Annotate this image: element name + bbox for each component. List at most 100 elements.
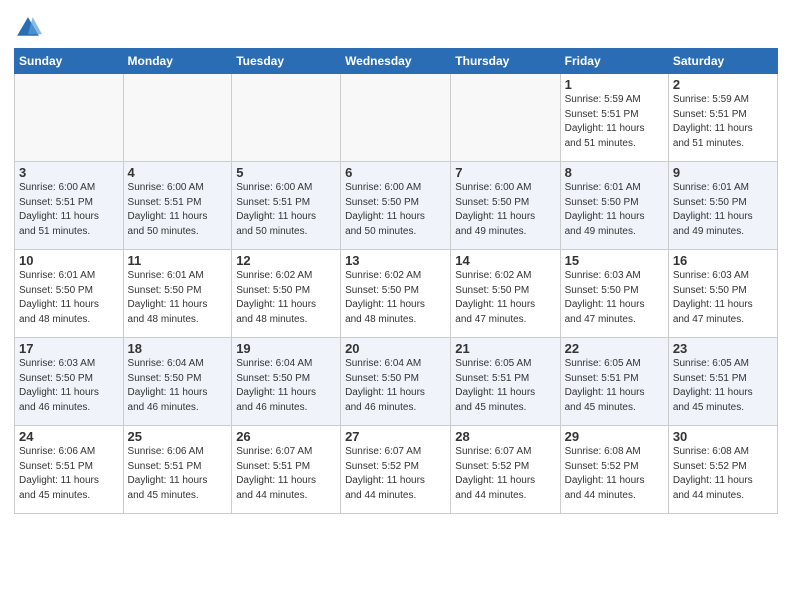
logo-icon (14, 14, 42, 42)
calendar-cell (232, 74, 341, 162)
calendar-cell: 13Sunrise: 6:02 AMSunset: 5:50 PMDayligh… (341, 250, 451, 338)
calendar-cell: 6Sunrise: 6:00 AMSunset: 5:50 PMDaylight… (341, 162, 451, 250)
calendar-cell: 27Sunrise: 6:07 AMSunset: 5:52 PMDayligh… (341, 426, 451, 514)
day-number: 12 (236, 253, 336, 268)
day-number: 6 (345, 165, 446, 180)
calendar-week-row: 3Sunrise: 6:00 AMSunset: 5:51 PMDaylight… (15, 162, 778, 250)
day-info: Sunrise: 6:06 AMSunset: 5:51 PMDaylight:… (128, 445, 228, 503)
calendar-cell: 26Sunrise: 6:07 AMSunset: 5:51 PMDayligh… (232, 426, 341, 514)
calendar-cell: 24Sunrise: 6:06 AMSunset: 5:51 PMDayligh… (15, 426, 124, 514)
day-number: 13 (345, 253, 446, 268)
calendar-cell: 11Sunrise: 6:01 AMSunset: 5:50 PMDayligh… (123, 250, 232, 338)
day-number: 21 (455, 341, 555, 356)
calendar-cell: 10Sunrise: 6:01 AMSunset: 5:50 PMDayligh… (15, 250, 124, 338)
day-number: 8 (565, 165, 664, 180)
calendar-table: SundayMondayTuesdayWednesdayThursdayFrid… (14, 48, 778, 514)
calendar-cell: 15Sunrise: 6:03 AMSunset: 5:50 PMDayligh… (560, 250, 668, 338)
day-number: 22 (565, 341, 664, 356)
day-info: Sunrise: 6:08 AMSunset: 5:52 PMDaylight:… (565, 445, 664, 503)
day-info: Sunrise: 6:03 AMSunset: 5:50 PMDaylight:… (565, 269, 664, 327)
day-info: Sunrise: 6:08 AMSunset: 5:52 PMDaylight:… (673, 445, 773, 503)
calendar-cell: 3Sunrise: 6:00 AMSunset: 5:51 PMDaylight… (15, 162, 124, 250)
day-info: Sunrise: 6:04 AMSunset: 5:50 PMDaylight:… (128, 357, 228, 415)
day-number: 2 (673, 77, 773, 92)
calendar-week-row: 17Sunrise: 6:03 AMSunset: 5:50 PMDayligh… (15, 338, 778, 426)
page: SundayMondayTuesdayWednesdayThursdayFrid… (0, 0, 792, 524)
day-info: Sunrise: 6:04 AMSunset: 5:50 PMDaylight:… (236, 357, 336, 415)
calendar-cell: 23Sunrise: 6:05 AMSunset: 5:51 PMDayligh… (668, 338, 777, 426)
day-number: 15 (565, 253, 664, 268)
day-info: Sunrise: 6:02 AMSunset: 5:50 PMDaylight:… (345, 269, 446, 327)
day-info: Sunrise: 6:05 AMSunset: 5:51 PMDaylight:… (565, 357, 664, 415)
day-info: Sunrise: 6:07 AMSunset: 5:52 PMDaylight:… (455, 445, 555, 503)
calendar-cell: 5Sunrise: 6:00 AMSunset: 5:51 PMDaylight… (232, 162, 341, 250)
weekday-header: Sunday (15, 49, 124, 74)
day-info: Sunrise: 6:05 AMSunset: 5:51 PMDaylight:… (673, 357, 773, 415)
header (14, 10, 778, 42)
calendar-header-row: SundayMondayTuesdayWednesdayThursdayFrid… (15, 49, 778, 74)
calendar-week-row: 10Sunrise: 6:01 AMSunset: 5:50 PMDayligh… (15, 250, 778, 338)
day-info: Sunrise: 6:00 AMSunset: 5:51 PMDaylight:… (19, 181, 119, 239)
day-info: Sunrise: 6:06 AMSunset: 5:51 PMDaylight:… (19, 445, 119, 503)
day-info: Sunrise: 5:59 AMSunset: 5:51 PMDaylight:… (565, 93, 664, 151)
day-number: 18 (128, 341, 228, 356)
weekday-header: Friday (560, 49, 668, 74)
calendar-cell: 28Sunrise: 6:07 AMSunset: 5:52 PMDayligh… (451, 426, 560, 514)
day-number: 7 (455, 165, 555, 180)
day-number: 5 (236, 165, 336, 180)
weekday-header: Saturday (668, 49, 777, 74)
calendar-cell: 25Sunrise: 6:06 AMSunset: 5:51 PMDayligh… (123, 426, 232, 514)
calendar-cell (123, 74, 232, 162)
logo (14, 14, 46, 42)
day-number: 9 (673, 165, 773, 180)
day-info: Sunrise: 6:02 AMSunset: 5:50 PMDaylight:… (236, 269, 336, 327)
day-number: 26 (236, 429, 336, 444)
calendar-cell: 29Sunrise: 6:08 AMSunset: 5:52 PMDayligh… (560, 426, 668, 514)
day-number: 20 (345, 341, 446, 356)
day-number: 3 (19, 165, 119, 180)
calendar-cell: 17Sunrise: 6:03 AMSunset: 5:50 PMDayligh… (15, 338, 124, 426)
calendar-cell: 16Sunrise: 6:03 AMSunset: 5:50 PMDayligh… (668, 250, 777, 338)
calendar-cell: 21Sunrise: 6:05 AMSunset: 5:51 PMDayligh… (451, 338, 560, 426)
day-info: Sunrise: 6:00 AMSunset: 5:51 PMDaylight:… (236, 181, 336, 239)
day-info: Sunrise: 6:00 AMSunset: 5:50 PMDaylight:… (455, 181, 555, 239)
day-info: Sunrise: 6:03 AMSunset: 5:50 PMDaylight:… (19, 357, 119, 415)
day-number: 16 (673, 253, 773, 268)
calendar-cell: 18Sunrise: 6:04 AMSunset: 5:50 PMDayligh… (123, 338, 232, 426)
day-info: Sunrise: 6:03 AMSunset: 5:50 PMDaylight:… (673, 269, 773, 327)
day-info: Sunrise: 6:02 AMSunset: 5:50 PMDaylight:… (455, 269, 555, 327)
day-info: Sunrise: 6:04 AMSunset: 5:50 PMDaylight:… (345, 357, 446, 415)
calendar-cell: 4Sunrise: 6:00 AMSunset: 5:51 PMDaylight… (123, 162, 232, 250)
calendar-week-row: 24Sunrise: 6:06 AMSunset: 5:51 PMDayligh… (15, 426, 778, 514)
day-info: Sunrise: 6:07 AMSunset: 5:51 PMDaylight:… (236, 445, 336, 503)
day-number: 27 (345, 429, 446, 444)
day-number: 25 (128, 429, 228, 444)
day-number: 17 (19, 341, 119, 356)
weekday-header: Thursday (451, 49, 560, 74)
day-info: Sunrise: 6:01 AMSunset: 5:50 PMDaylight:… (565, 181, 664, 239)
calendar-cell: 14Sunrise: 6:02 AMSunset: 5:50 PMDayligh… (451, 250, 560, 338)
calendar-cell: 7Sunrise: 6:00 AMSunset: 5:50 PMDaylight… (451, 162, 560, 250)
calendar-cell (341, 74, 451, 162)
day-number: 23 (673, 341, 773, 356)
day-number: 24 (19, 429, 119, 444)
day-info: Sunrise: 5:59 AMSunset: 5:51 PMDaylight:… (673, 93, 773, 151)
day-number: 10 (19, 253, 119, 268)
calendar-cell: 20Sunrise: 6:04 AMSunset: 5:50 PMDayligh… (341, 338, 451, 426)
day-info: Sunrise: 6:00 AMSunset: 5:51 PMDaylight:… (128, 181, 228, 239)
calendar-week-row: 1Sunrise: 5:59 AMSunset: 5:51 PMDaylight… (15, 74, 778, 162)
calendar-cell (451, 74, 560, 162)
day-info: Sunrise: 6:07 AMSunset: 5:52 PMDaylight:… (345, 445, 446, 503)
weekday-header: Monday (123, 49, 232, 74)
calendar-cell: 1Sunrise: 5:59 AMSunset: 5:51 PMDaylight… (560, 74, 668, 162)
day-info: Sunrise: 6:01 AMSunset: 5:50 PMDaylight:… (19, 269, 119, 327)
day-info: Sunrise: 6:01 AMSunset: 5:50 PMDaylight:… (128, 269, 228, 327)
weekday-header: Tuesday (232, 49, 341, 74)
day-number: 28 (455, 429, 555, 444)
day-number: 1 (565, 77, 664, 92)
day-info: Sunrise: 6:00 AMSunset: 5:50 PMDaylight:… (345, 181, 446, 239)
weekday-header: Wednesday (341, 49, 451, 74)
calendar-cell: 19Sunrise: 6:04 AMSunset: 5:50 PMDayligh… (232, 338, 341, 426)
day-number: 19 (236, 341, 336, 356)
day-number: 4 (128, 165, 228, 180)
